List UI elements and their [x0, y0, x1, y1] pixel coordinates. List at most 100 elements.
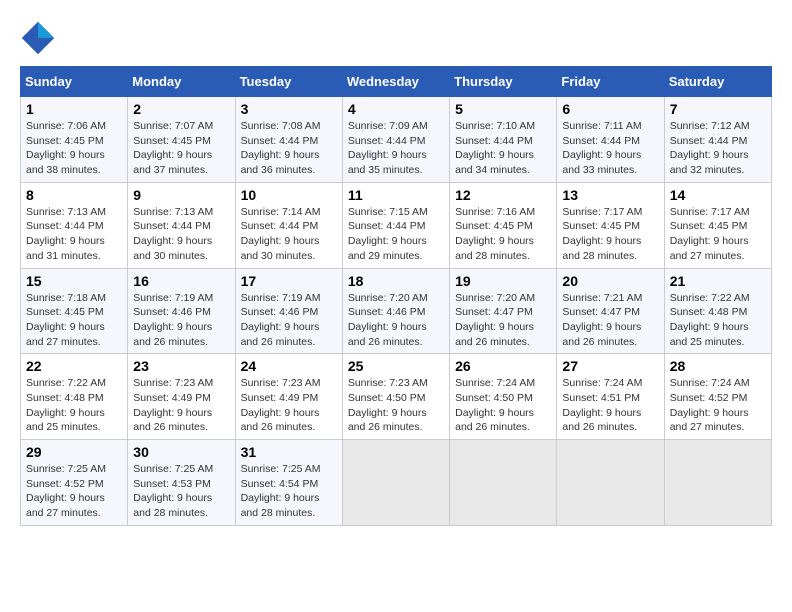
- week-row-2: 8Sunrise: 7:13 AM Sunset: 4:44 PM Daylig…: [21, 182, 772, 268]
- day-info: Sunrise: 7:15 AM Sunset: 4:44 PM Dayligh…: [348, 205, 444, 264]
- day-number: 27: [562, 358, 658, 374]
- week-row-3: 15 Sunrise: 7:18 AM Sunset: 4:45 PM Dayli…: [21, 268, 772, 354]
- calendar-cell: 20 Sunrise: 7:21 AM Sunset: 4:47 PM Dayli…: [557, 268, 664, 354]
- calendar-cell: 19 Sunrise: 7:20 AM Sunset: 4:47 PM Dayli…: [450, 268, 557, 354]
- day-info: Sunrise: 7:06 AM Sunset: 4:45 PM Dayligh…: [26, 119, 122, 178]
- weekday-header-saturday: Saturday: [664, 67, 771, 97]
- calendar-cell: [342, 440, 449, 526]
- calendar-cell: 3Sunrise: 7:08 AM Sunset: 4:44 PM Daylig…: [235, 97, 342, 183]
- day-number: 19: [455, 273, 551, 289]
- day-number: 1: [26, 101, 122, 117]
- day-info: Sunrise: 7:22 AM Sunset: 4:48 PM Dayligh…: [26, 376, 122, 435]
- day-info: Sunrise: 7:18 AM Sunset: 4:45 PM Dayligh…: [26, 291, 122, 350]
- weekday-header-monday: Monday: [128, 67, 235, 97]
- weekday-header-tuesday: Tuesday: [235, 67, 342, 97]
- weekday-header-wednesday: Wednesday: [342, 67, 449, 97]
- day-info: Sunrise: 7:07 AM Sunset: 4:45 PM Dayligh…: [133, 119, 229, 178]
- day-info: Sunrise: 7:22 AM Sunset: 4:48 PM Dayligh…: [670, 291, 766, 350]
- calendar-cell: 6Sunrise: 7:11 AM Sunset: 4:44 PM Daylig…: [557, 97, 664, 183]
- calendar-cell: 12 Sunrise: 7:16 AM Sunset: 4:45 PM Dayli…: [450, 182, 557, 268]
- day-info: Sunrise: 7:20 AM Sunset: 4:47 PM Dayligh…: [455, 291, 551, 350]
- day-number: 12: [455, 187, 551, 203]
- calendar-cell: 31 Sunrise: 7:25 AM Sunset: 4:54 PM Dayli…: [235, 440, 342, 526]
- day-number: 26: [455, 358, 551, 374]
- day-number: 6: [562, 101, 658, 117]
- day-number: 11: [348, 187, 444, 203]
- calendar-cell: 26 Sunrise: 7:24 AM Sunset: 4:50 PM Dayli…: [450, 354, 557, 440]
- day-info: Sunrise: 7:17 AM Sunset: 4:45 PM Dayligh…: [562, 205, 658, 264]
- day-info: Sunrise: 7:21 AM Sunset: 4:47 PM Dayligh…: [562, 291, 658, 350]
- day-info: Sunrise: 7:25 AM Sunset: 4:53 PM Dayligh…: [133, 462, 229, 521]
- day-info: Sunrise: 7:12 AM Sunset: 4:44 PM Dayligh…: [670, 119, 766, 178]
- calendar-cell: 15 Sunrise: 7:18 AM Sunset: 4:45 PM Dayli…: [21, 268, 128, 354]
- day-number: 21: [670, 273, 766, 289]
- day-number: 24: [241, 358, 337, 374]
- day-number: 23: [133, 358, 229, 374]
- weekday-header-row: SundayMondayTuesdayWednesdayThursdayFrid…: [21, 67, 772, 97]
- day-number: 29: [26, 444, 122, 460]
- calendar-cell: 4 Sunrise: 7:09 AM Sunset: 4:44 PM Daylig…: [342, 97, 449, 183]
- calendar-cell: 9 Sunrise: 7:13 AM Sunset: 4:44 PM Daylig…: [128, 182, 235, 268]
- day-number: 20: [562, 273, 658, 289]
- calendar-cell: 29 Sunrise: 7:25 AM Sunset: 4:52 PM Dayli…: [21, 440, 128, 526]
- day-info: Sunrise: 7:25 AM Sunset: 4:52 PM Dayligh…: [26, 462, 122, 521]
- calendar-cell: 11 Sunrise: 7:15 AM Sunset: 4:44 PM Dayli…: [342, 182, 449, 268]
- week-row-5: 29 Sunrise: 7:25 AM Sunset: 4:52 PM Dayli…: [21, 440, 772, 526]
- day-info: Sunrise: 7:23 AM Sunset: 4:50 PM Dayligh…: [348, 376, 444, 435]
- day-number: 28: [670, 358, 766, 374]
- day-info: Sunrise: 7:23 AM Sunset: 4:49 PM Dayligh…: [133, 376, 229, 435]
- day-number: 10: [241, 187, 337, 203]
- calendar-cell: 10 Sunrise: 7:14 AM Sunset: 4:44 PM Dayli…: [235, 182, 342, 268]
- day-number: 30: [133, 444, 229, 460]
- page-header: [20, 20, 772, 56]
- calendar-cell: [450, 440, 557, 526]
- calendar-cell: 16 Sunrise: 7:19 AM Sunset: 4:46 PM Dayli…: [128, 268, 235, 354]
- day-info: Sunrise: 7:17 AM Sunset: 4:45 PM Dayligh…: [670, 205, 766, 264]
- day-info: Sunrise: 7:08 AM Sunset: 4:44 PM Dayligh…: [241, 119, 337, 178]
- logo: [20, 20, 60, 56]
- week-row-4: 22 Sunrise: 7:22 AM Sunset: 4:48 PM Dayli…: [21, 354, 772, 440]
- day-info: Sunrise: 7:14 AM Sunset: 4:44 PM Dayligh…: [241, 205, 337, 264]
- day-info: Sunrise: 7:23 AM Sunset: 4:49 PM Dayligh…: [241, 376, 337, 435]
- calendar-cell: 23 Sunrise: 7:23 AM Sunset: 4:49 PM Dayli…: [128, 354, 235, 440]
- day-number: 15: [26, 273, 122, 289]
- day-number: 25: [348, 358, 444, 374]
- day-number: 14: [670, 187, 766, 203]
- day-number: 16: [133, 273, 229, 289]
- day-number: 22: [26, 358, 122, 374]
- day-info: Sunrise: 7:24 AM Sunset: 4:50 PM Dayligh…: [455, 376, 551, 435]
- day-info: Sunrise: 7:20 AM Sunset: 4:46 PM Dayligh…: [348, 291, 444, 350]
- calendar-cell: [664, 440, 771, 526]
- day-info: Sunrise: 7:19 AM Sunset: 4:46 PM Dayligh…: [133, 291, 229, 350]
- day-number: 5: [455, 101, 551, 117]
- day-info: Sunrise: 7:09 AM Sunset: 4:44 PM Dayligh…: [348, 119, 444, 178]
- calendar-cell: 28Sunrise: 7:24 AM Sunset: 4:52 PM Dayli…: [664, 354, 771, 440]
- calendar-cell: 25 Sunrise: 7:23 AM Sunset: 4:50 PM Dayli…: [342, 354, 449, 440]
- day-number: 7: [670, 101, 766, 117]
- day-number: 31: [241, 444, 337, 460]
- day-info: Sunrise: 7:19 AM Sunset: 4:46 PM Dayligh…: [241, 291, 337, 350]
- calendar-cell: 13Sunrise: 7:17 AM Sunset: 4:45 PM Dayli…: [557, 182, 664, 268]
- day-number: 9: [133, 187, 229, 203]
- weekday-header-sunday: Sunday: [21, 67, 128, 97]
- logo-icon: [20, 20, 56, 56]
- day-info: Sunrise: 7:13 AM Sunset: 4:44 PM Dayligh…: [133, 205, 229, 264]
- calendar-cell: 21 Sunrise: 7:22 AM Sunset: 4:48 PM Dayli…: [664, 268, 771, 354]
- day-number: 18: [348, 273, 444, 289]
- day-info: Sunrise: 7:10 AM Sunset: 4:44 PM Dayligh…: [455, 119, 551, 178]
- day-number: 17: [241, 273, 337, 289]
- day-info: Sunrise: 7:13 AM Sunset: 4:44 PM Dayligh…: [26, 205, 122, 264]
- day-info: Sunrise: 7:16 AM Sunset: 4:45 PM Dayligh…: [455, 205, 551, 264]
- calendar-cell: 7 Sunrise: 7:12 AM Sunset: 4:44 PM Daylig…: [664, 97, 771, 183]
- calendar-cell: 24 Sunrise: 7:23 AM Sunset: 4:49 PM Dayli…: [235, 354, 342, 440]
- day-number: 4: [348, 101, 444, 117]
- calendar-cell: 17 Sunrise: 7:19 AM Sunset: 4:46 PM Dayli…: [235, 268, 342, 354]
- calendar-table: SundayMondayTuesdayWednesdayThursdayFrid…: [20, 66, 772, 526]
- calendar-cell: [557, 440, 664, 526]
- day-info: Sunrise: 7:25 AM Sunset: 4:54 PM Dayligh…: [241, 462, 337, 521]
- calendar-cell: 2Sunrise: 7:07 AM Sunset: 4:45 PM Daylig…: [128, 97, 235, 183]
- calendar-cell: 8Sunrise: 7:13 AM Sunset: 4:44 PM Daylig…: [21, 182, 128, 268]
- day-info: Sunrise: 7:24 AM Sunset: 4:51 PM Dayligh…: [562, 376, 658, 435]
- calendar-cell: 1 Sunrise: 7:06 AM Sunset: 4:45 PM Daylig…: [21, 97, 128, 183]
- calendar-cell: 14 Sunrise: 7:17 AM Sunset: 4:45 PM Dayli…: [664, 182, 771, 268]
